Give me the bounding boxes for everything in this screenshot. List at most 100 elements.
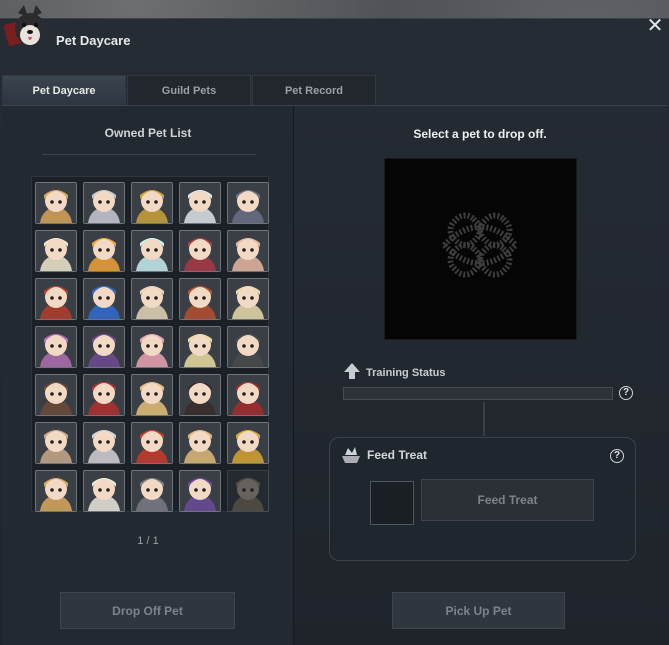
tab-bar: Pet Daycare Guild Pets Pet Record bbox=[2, 75, 377, 106]
brown-hair-girl-pet-icon bbox=[36, 375, 76, 415]
pet-slot[interactable] bbox=[35, 470, 77, 512]
red-hair-girl-pet-icon bbox=[84, 375, 124, 415]
pet-slot[interactable] bbox=[227, 422, 269, 464]
pet-slot[interactable] bbox=[179, 182, 221, 224]
treat-slot[interactable] bbox=[370, 481, 414, 525]
cat-ear-girl-pet-icon bbox=[132, 375, 172, 415]
page-indicator: 1 / 1 bbox=[137, 535, 159, 547]
shadow-knight-pet-icon bbox=[228, 183, 268, 223]
red-fox-pet-icon bbox=[180, 279, 220, 319]
connector-line bbox=[483, 402, 485, 436]
fox-pet-icon bbox=[36, 183, 76, 223]
pet-daycare-window: Pet Daycare ✕ Pet Daycare Guild Pets Pet… bbox=[0, 5, 669, 645]
title-bar: Pet Daycare ✕ bbox=[0, 5, 669, 63]
dark-warrior-pet-icon bbox=[132, 471, 172, 511]
pet-slot[interactable] bbox=[131, 422, 173, 464]
training-progress-bar bbox=[343, 387, 613, 400]
up-arrow-icon bbox=[344, 363, 360, 379]
pet-slot[interactable] bbox=[179, 326, 221, 368]
pet-slot[interactable] bbox=[179, 278, 221, 320]
pet-slot[interactable] bbox=[35, 182, 77, 224]
pet-slot[interactable] bbox=[131, 326, 173, 368]
silver-helmet-pet-icon bbox=[84, 423, 124, 463]
red-panda-pet-icon bbox=[228, 231, 268, 271]
white-knight-pet-icon bbox=[180, 183, 220, 223]
tab-pet-daycare[interactable]: Pet Daycare bbox=[2, 75, 126, 106]
owned-pet-panel: Owned Pet List 1 / 1 Drop Off Pet bbox=[2, 106, 294, 645]
close-icon[interactable]: ✕ bbox=[645, 15, 665, 35]
pet-slot[interactable] bbox=[35, 422, 77, 464]
golden-bear-pet-icon bbox=[84, 231, 124, 271]
pet-slot[interactable] bbox=[131, 230, 173, 272]
masked-girl-pet-icon bbox=[228, 327, 268, 367]
pet-slot[interactable] bbox=[227, 326, 269, 368]
pet-slot[interactable] bbox=[227, 182, 269, 224]
pet-slot[interactable] bbox=[131, 374, 173, 416]
red-riding-hood-pet-icon bbox=[228, 375, 268, 415]
maid-girl-pet-icon bbox=[84, 327, 124, 367]
pet-grid bbox=[31, 176, 269, 512]
dark-knight-pet-icon bbox=[132, 183, 172, 223]
gold-armor-pet-icon bbox=[228, 423, 268, 463]
pet-slot[interactable] bbox=[227, 374, 269, 416]
helmet-knight-pet-icon bbox=[36, 423, 76, 463]
pet-slot[interactable] bbox=[83, 230, 125, 272]
pet-slot[interactable] bbox=[83, 326, 125, 368]
purple-witch-pet-icon bbox=[180, 471, 220, 511]
pet-slot[interactable] bbox=[179, 230, 221, 272]
white-lady-pet-icon bbox=[84, 471, 124, 511]
blonde-girl-pet-icon bbox=[180, 327, 220, 367]
pick-up-pet-button[interactable]: Pick Up Pet bbox=[392, 592, 565, 629]
pet-slot[interactable] bbox=[227, 230, 269, 272]
pet-slot[interactable] bbox=[35, 278, 77, 320]
pet-slot[interactable] bbox=[35, 230, 77, 272]
panda-blue-hood-pet-icon bbox=[84, 279, 124, 319]
panda-red-hood-pet-icon bbox=[36, 279, 76, 319]
white-haired-girl-pet-icon bbox=[36, 231, 76, 271]
armored-wolf-pet-icon bbox=[84, 183, 124, 223]
pet-slot[interactable] bbox=[179, 470, 221, 512]
pet-slot[interactable] bbox=[227, 278, 269, 320]
pet-slot[interactable] bbox=[83, 182, 125, 224]
training-help-icon[interactable]: ? bbox=[619, 386, 633, 400]
pet-slot[interactable] bbox=[83, 278, 125, 320]
white-wolf-pet-icon bbox=[132, 231, 172, 271]
pet-slot[interactable] bbox=[227, 470, 269, 512]
owned-pet-list-title: Owned Pet List bbox=[104, 126, 192, 140]
tab-guild-pets[interactable]: Guild Pets bbox=[127, 75, 251, 106]
pet-preview bbox=[384, 158, 577, 340]
husky-avatar-icon bbox=[4, 5, 45, 47]
pet-slot[interactable] bbox=[179, 422, 221, 464]
pet-slot[interactable] bbox=[179, 374, 221, 416]
pet-slot[interactable] bbox=[83, 422, 125, 464]
leopard-girl-pet-icon bbox=[36, 327, 76, 367]
feed-treat-box: Feed Treat ? Feed Treat bbox=[329, 437, 636, 561]
feed-treat-button[interactable]: Feed Treat bbox=[421, 479, 594, 521]
pet-slot[interactable] bbox=[131, 182, 173, 224]
pirate-penguin-pet-icon bbox=[36, 471, 76, 511]
pink-hair-girl-pet-icon bbox=[132, 327, 172, 367]
pet-slot[interactable] bbox=[131, 470, 173, 512]
tab-pet-record[interactable]: Pet Record bbox=[252, 75, 376, 106]
training-status-label: Training Status bbox=[366, 367, 446, 379]
window-title: Pet Daycare bbox=[56, 33, 131, 48]
feed-treat-label: Feed Treat bbox=[367, 448, 428, 462]
black-hair-girl-pet-icon bbox=[180, 375, 220, 415]
drop-off-pet-button[interactable]: Drop Off Pet bbox=[60, 592, 235, 629]
divider bbox=[42, 154, 256, 155]
pet-slot[interactable] bbox=[35, 326, 77, 368]
celtic-knot-emblem-icon bbox=[442, 212, 520, 278]
faded-penguin-pet-icon bbox=[228, 471, 268, 511]
santa-girl-pet-icon bbox=[132, 423, 172, 463]
pet-slot[interactable] bbox=[131, 278, 173, 320]
pet-slot[interactable] bbox=[83, 374, 125, 416]
penguin-pet-icon bbox=[132, 279, 172, 319]
blonde-boy-pet-icon bbox=[180, 423, 220, 463]
black-wolf-pet-icon bbox=[180, 231, 220, 271]
treat-bowl-icon bbox=[342, 447, 360, 463]
pet-slot[interactable] bbox=[83, 470, 125, 512]
pet-slot[interactable] bbox=[35, 374, 77, 416]
feed-help-icon[interactable]: ? bbox=[610, 449, 624, 463]
select-pet-prompt: Select a pet to drop off. bbox=[413, 127, 547, 141]
daycare-detail-panel: Select a pet to drop off. Training Statu… bbox=[296, 106, 669, 645]
